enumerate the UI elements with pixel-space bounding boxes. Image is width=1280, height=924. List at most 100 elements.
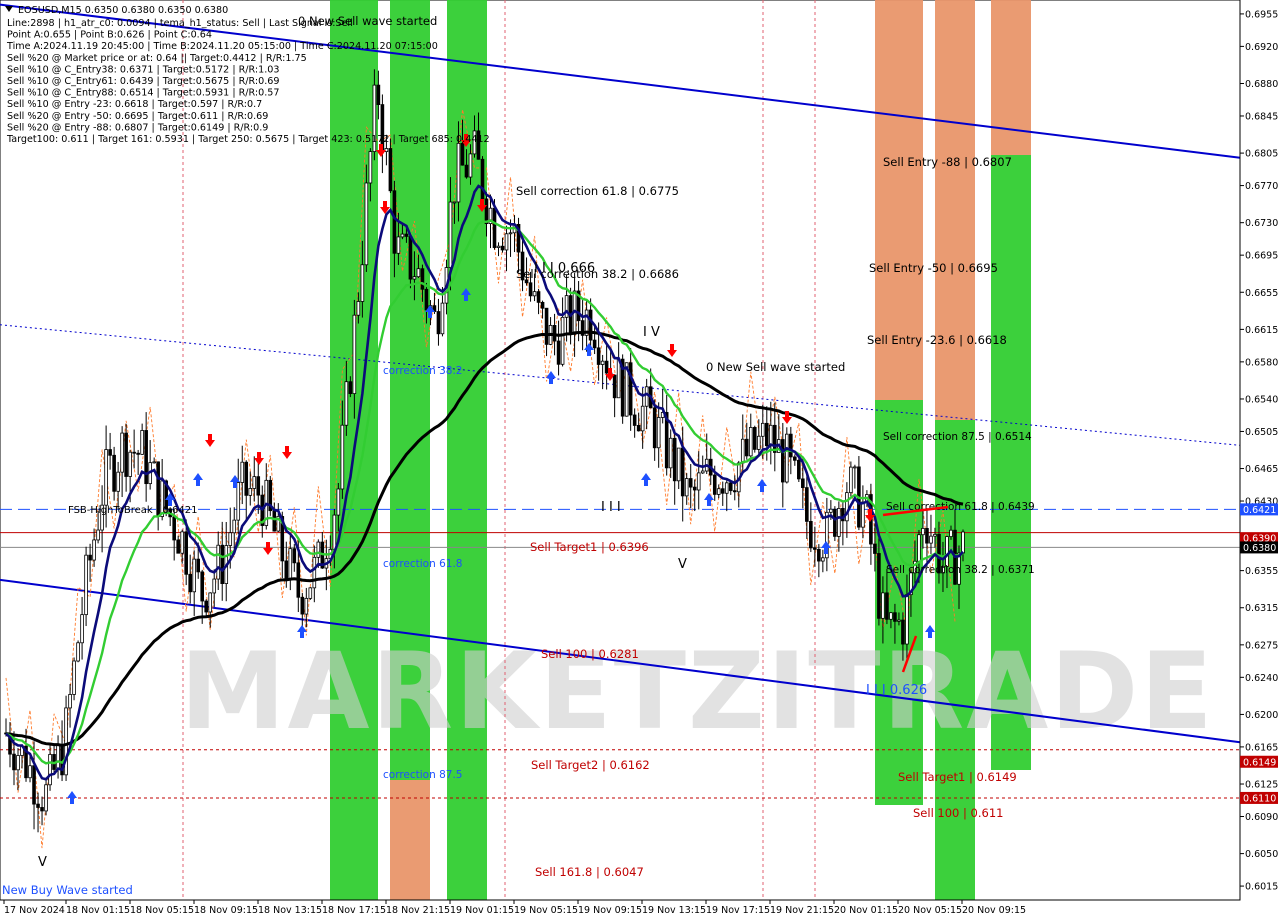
price-tag-label: 0.6149 xyxy=(1243,757,1276,768)
price-tick-label: 0.6200 xyxy=(1245,710,1278,721)
price-tick-label: 0.6730 xyxy=(1245,218,1278,229)
candle-bear xyxy=(484,198,489,224)
candle-bear xyxy=(781,439,785,483)
candle-bull xyxy=(340,424,345,490)
watermark-text: MARKETZITRADE xyxy=(180,630,1215,753)
candle-bear xyxy=(172,516,176,541)
wave-iv-label: I V xyxy=(643,325,660,340)
price-tick-label: 0.6920 xyxy=(1245,42,1278,53)
candle-bull xyxy=(416,268,421,278)
candle-bear xyxy=(132,451,136,454)
candle-bear xyxy=(500,245,505,251)
sell-entry-50-label: Sell Entry -50 | 0.6695 xyxy=(869,261,998,275)
candle-bull xyxy=(640,405,645,432)
price-tick-label: 0.6090 xyxy=(1245,812,1278,823)
candle-bull xyxy=(16,755,20,771)
candle-bear xyxy=(628,362,633,416)
candle-bull xyxy=(316,541,321,558)
price-tick-label: 0.6580 xyxy=(1245,357,1278,368)
candle-bear xyxy=(204,600,209,613)
candle-bull xyxy=(760,422,765,437)
candle-bull xyxy=(232,519,237,534)
candle-bear xyxy=(556,340,561,365)
candle-bull xyxy=(236,482,241,521)
candle-bull xyxy=(600,360,605,365)
candle-bull xyxy=(48,754,52,786)
candle-bull xyxy=(668,437,673,469)
candle-bull xyxy=(212,578,217,594)
candle-bear xyxy=(136,452,140,455)
candle-bull xyxy=(849,466,853,494)
candle-bull xyxy=(917,534,921,562)
candle-bull xyxy=(92,539,96,561)
wave-iii-0626-label: I I I 0.626 xyxy=(866,683,927,698)
candle-bull xyxy=(228,532,233,546)
candle-bull xyxy=(240,461,245,483)
candle-bear xyxy=(720,488,725,494)
time-tick-label: 18 Nov 13:15 xyxy=(258,905,322,916)
time-tick-label: 20 Nov 05:15 xyxy=(898,905,962,916)
candle-bear xyxy=(632,414,637,426)
candle-bear xyxy=(256,476,261,496)
price-tick-label: 0.6540 xyxy=(1245,394,1278,405)
candle-bull xyxy=(364,182,369,266)
candle-bull xyxy=(861,501,865,528)
candle-bear xyxy=(436,311,441,335)
candle-bull xyxy=(700,470,705,474)
candle-bull xyxy=(116,471,120,492)
time-tick-label: 18 Nov 17:15 xyxy=(322,905,386,916)
time-tick-label: 19 Nov 21:15 xyxy=(770,905,834,916)
candle-bull xyxy=(921,528,925,536)
price-tags: 0.64210.63900.63800.61490.6110 xyxy=(1240,503,1278,804)
price-tick-label: 0.6695 xyxy=(1245,251,1278,262)
candle-bear xyxy=(124,432,128,477)
candle-bull xyxy=(456,142,461,203)
wave-v-left-label: V xyxy=(38,855,47,870)
correction-875-label: correction 87.5 xyxy=(383,769,462,781)
candle-bear xyxy=(376,84,381,106)
candle-bear xyxy=(805,487,809,522)
candle-bull xyxy=(945,536,949,567)
candle-bull xyxy=(140,430,144,455)
chart-root: MARKETZITRADE 0 New Sell wave started 0 … xyxy=(0,0,1280,920)
price-tick-label: 0.6050 xyxy=(1245,849,1278,860)
candle-bear xyxy=(680,447,685,497)
candle-bull xyxy=(344,381,349,426)
candle-bull xyxy=(68,694,72,709)
candle-bull xyxy=(496,245,501,248)
candle-bear xyxy=(244,461,249,496)
candle-bear xyxy=(536,291,541,303)
price-tick-label: 0.6805 xyxy=(1245,149,1278,160)
candle-bull xyxy=(696,472,701,491)
price-tick-label: 0.6125 xyxy=(1245,780,1278,791)
candle-bear xyxy=(200,571,205,602)
candle-bull xyxy=(128,451,132,477)
time-tick-label: 18 Nov 01:15 xyxy=(66,905,130,916)
price-tick-label: 0.6770 xyxy=(1245,181,1278,192)
candle-bull xyxy=(332,514,337,550)
info-line: Sell %20 @ Entry -88: 0.6807 | Target:0.… xyxy=(7,122,268,133)
watermark: MARKETZITRADE xyxy=(180,630,1215,753)
info-line: Sell %10 @ Entry -23: 0.6618 | Target:0.… xyxy=(7,99,262,110)
time-tick-label: 20 Nov 01:15 xyxy=(834,905,898,916)
candle-bear xyxy=(220,544,225,585)
candle-bull xyxy=(821,557,825,562)
candle-bear xyxy=(712,474,717,495)
sell-correction-875-label: Sell correction 87.5 | 0.6514 xyxy=(883,431,1032,443)
price-tick-label: 0.6465 xyxy=(1245,464,1278,475)
candle-bear xyxy=(672,437,677,482)
candle-bear xyxy=(752,427,757,450)
candle-bull xyxy=(96,529,100,541)
candle-bull xyxy=(396,236,401,254)
candle-bull xyxy=(560,316,565,365)
sell-target1-right-label: Sell Target1 | 0.6149 xyxy=(898,770,1017,784)
sell-correction-382-low-label: Sell correction 38.2 | 0.6371 xyxy=(886,564,1035,576)
candle-bull xyxy=(120,432,124,473)
candle-bull xyxy=(304,597,309,615)
candle-bull xyxy=(452,201,457,204)
time-tick-label: 19 Nov 05:15 xyxy=(514,905,578,916)
time-tick-label: 20 Nov 09:15 xyxy=(962,905,1026,916)
candle-bear xyxy=(873,543,877,554)
time-tick-label: 17 Nov 2024 xyxy=(4,905,65,916)
time-tick-label: 19 Nov 13:15 xyxy=(642,905,706,916)
